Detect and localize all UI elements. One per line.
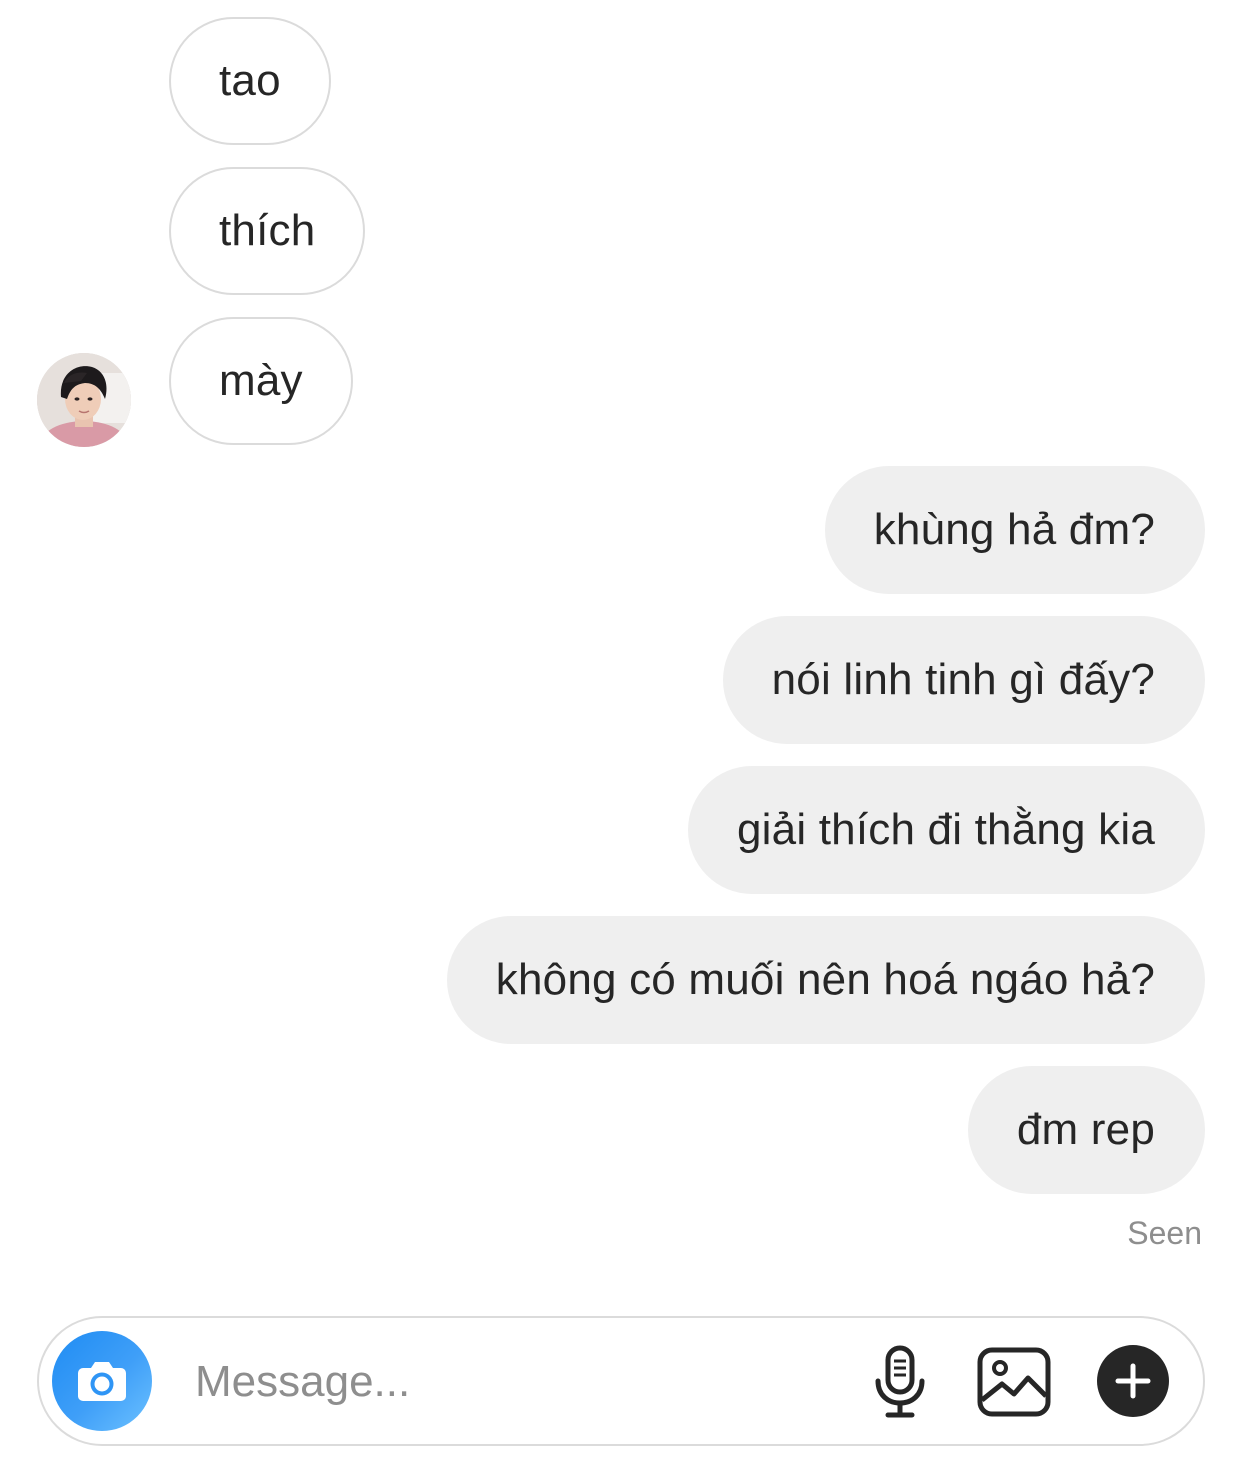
plus-icon — [1115, 1363, 1151, 1399]
message-composer — [37, 1316, 1205, 1446]
sender-avatar[interactable] — [37, 353, 131, 447]
seen-status: Seen — [1127, 1215, 1202, 1251]
message-text: đm rep — [1016, 1105, 1155, 1154]
gallery-button[interactable] — [976, 1344, 1052, 1420]
gallery-icon — [977, 1347, 1051, 1417]
outgoing-message-bubble[interactable]: khùng hả đm? — [824, 466, 1205, 594]
message-text: giải thích đi thằng kia — [737, 805, 1155, 854]
message-text: tao — [219, 56, 281, 105]
incoming-message-bubble[interactable]: tao — [169, 17, 331, 145]
message-text: mày — [219, 356, 303, 405]
avatar-photo — [37, 353, 131, 447]
message-text: nói linh tinh gì đấy? — [771, 655, 1155, 704]
incoming-message-bubble[interactable]: mày — [169, 317, 353, 445]
microphone-icon — [875, 1345, 925, 1418]
more-options-button[interactable] — [1097, 1345, 1169, 1417]
message-text: khùng hả đm? — [873, 505, 1155, 554]
camera-button[interactable] — [52, 1331, 152, 1431]
outgoing-message-bubble[interactable]: không có muối nên hoá ngáo hả? — [446, 916, 1205, 1044]
incoming-message-bubble[interactable]: thích — [169, 167, 366, 295]
voice-message-button[interactable] — [862, 1344, 938, 1420]
message-text: không có muối nên hoá ngáo hả? — [495, 955, 1155, 1004]
camera-icon — [78, 1362, 126, 1401]
message-text: thích — [219, 206, 316, 255]
outgoing-message-bubble[interactable]: giải thích đi thằng kia — [688, 766, 1205, 894]
outgoing-message-bubble[interactable]: đm rep — [967, 1066, 1205, 1194]
message-input[interactable] — [195, 1342, 835, 1422]
outgoing-message-bubble[interactable]: nói linh tinh gì đấy? — [722, 616, 1205, 744]
